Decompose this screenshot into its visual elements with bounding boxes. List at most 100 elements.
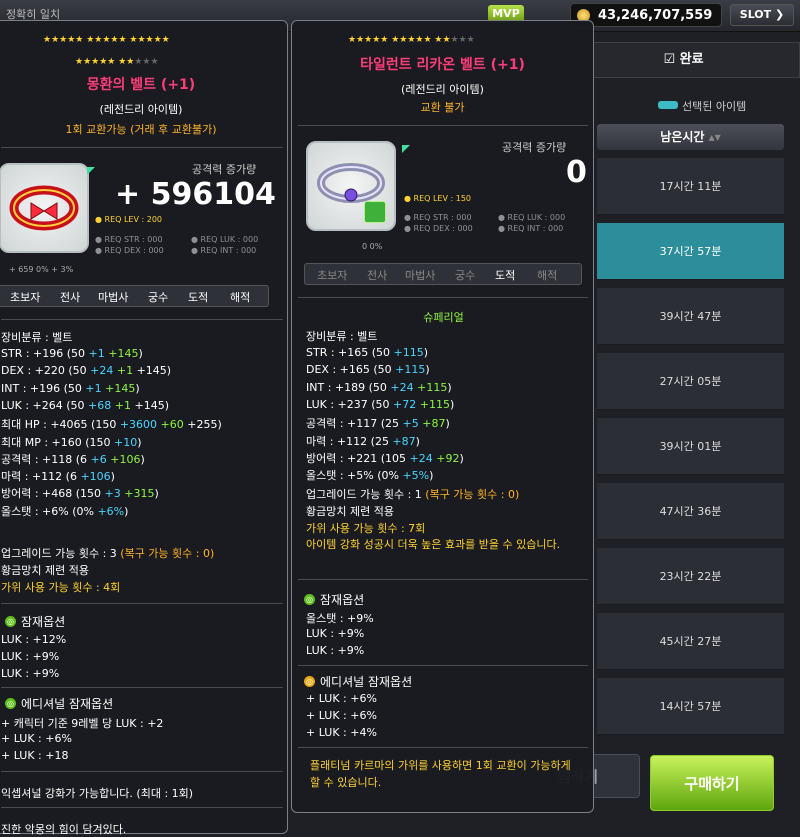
job-2: 마법사 bbox=[405, 269, 436, 282]
stat-line: 방어력 : +221 (105 +24 +92) bbox=[306, 451, 464, 465]
item-grade: (레전드리 아이템) bbox=[99, 103, 183, 116]
stat-line: 공격력 : +117 (25 +5 +87) bbox=[306, 417, 450, 431]
divider bbox=[1, 771, 283, 772]
divider bbox=[1, 603, 283, 604]
job-4: 도적 bbox=[188, 291, 209, 304]
attack-increase-label: 공격력 증가량 bbox=[502, 141, 567, 154]
job-5: 해적 bbox=[537, 269, 558, 282]
attack-increase-value: + 596104 bbox=[115, 177, 276, 212]
mini-stats: 0 0% bbox=[362, 242, 383, 251]
job-1: 전사 bbox=[60, 291, 81, 304]
market-row[interactable]: 45시간 27분 bbox=[597, 613, 784, 670]
stat-line: 공격력 : +118 (6 +6 +106) bbox=[1, 452, 145, 466]
scissors-count: 가위 사용 가능 횟수 : 4회 bbox=[1, 581, 121, 594]
attack-increase-value: 0 bbox=[566, 155, 587, 190]
selected-item-legend: 선택된 아이템 bbox=[658, 98, 747, 114]
stat-line: STR : +196 (50 +1 +145) bbox=[1, 347, 143, 360]
job-list: 초보자 전사 마법사 궁수 도적 해적 bbox=[0, 285, 269, 307]
stat-line: 마력 : +112 (25 +87) bbox=[306, 434, 420, 448]
exceptional-note: 익셉셔널 강화가 가능합니다. (최대 : 1회) bbox=[1, 787, 194, 800]
potential-line: LUK : +9% bbox=[306, 627, 365, 640]
tab-completed[interactable]: ☑ 완료 bbox=[566, 43, 800, 77]
potential-line: LUK : +9% bbox=[1, 650, 60, 663]
divider bbox=[298, 125, 588, 126]
additional-potential-line: + LUK : +6% bbox=[306, 709, 377, 722]
potential-title: 잠재옵션 bbox=[21, 615, 66, 629]
req-int: ● REQ INT : 000 bbox=[191, 246, 257, 255]
additional-potential-line: + LUK : +18 bbox=[1, 749, 69, 762]
potential-icon: ◎ bbox=[5, 616, 16, 627]
market-row[interactable]: 47시간 36분 bbox=[597, 483, 784, 540]
additional-potential-line: + LUK : +4% bbox=[306, 726, 377, 739]
superior-label: 슈페리얼 bbox=[423, 311, 464, 324]
lock-icon bbox=[364, 201, 386, 223]
additional-potential-line: + LUK : +6% bbox=[306, 692, 377, 705]
trade-info: 1회 교환가능 (거래 후 교환불가) bbox=[65, 123, 217, 136]
category: 장비분류 : 벨트 bbox=[306, 330, 378, 343]
market-row[interactable]: 17시간 11분 bbox=[597, 158, 784, 215]
golden-hammer: 황금망치 제련 적용 bbox=[1, 564, 89, 577]
additional-potential-title: 에디셔널 잠재옵션 bbox=[21, 697, 114, 711]
buy-button[interactable]: 구매하기 bbox=[650, 755, 774, 811]
legend-label: 선택된 아이템 bbox=[682, 100, 747, 113]
divider bbox=[298, 747, 588, 748]
job-2: 마법사 bbox=[98, 291, 129, 304]
job-list: 초보자 전사 마법사 궁수 도적 해적 bbox=[304, 263, 582, 285]
flavor-text: 진한 악몽의 힘이 담겨있다. bbox=[1, 823, 127, 836]
upgrade-count: 업그레이드 가능 횟수 : 1 (복구 가능 횟수 : 0) bbox=[306, 488, 520, 501]
job-0: 초보자 bbox=[10, 291, 41, 304]
stat-line: 마력 : +112 (6 +106) bbox=[1, 470, 115, 484]
stat-line: LUK : +237 (50 +72 +115) bbox=[306, 397, 455, 411]
belt-icon bbox=[9, 185, 79, 231]
stat-line: 방어력 : +468 (150 +3 +315) bbox=[1, 487, 159, 501]
market-row[interactable]: 37시간 57분 bbox=[597, 223, 784, 280]
item-tooltip-hovered: ★★★★★ ★★★★★ ★★★★★ 타일런트 리카온 벨트 (+1) (레전드리… bbox=[291, 20, 594, 813]
divider bbox=[298, 665, 588, 666]
upgrade-count: 업그레이드 가능 횟수 : 3 (복구 가능 횟수 : 0) bbox=[1, 547, 215, 560]
market-row[interactable]: 14시간 57분 bbox=[597, 678, 784, 735]
market-row[interactable]: 27시간 05분 bbox=[597, 353, 784, 410]
req-dex: ● REQ DEX : 000 bbox=[404, 224, 473, 233]
job-4: 도적 bbox=[495, 269, 516, 282]
remaining-time-header[interactable]: 남은시간 ▴▾ bbox=[597, 124, 784, 150]
attack-increase-label: 공격력 증가량 bbox=[192, 163, 257, 176]
market-row[interactable]: 39시간 01분 bbox=[597, 418, 784, 475]
job-1: 전사 bbox=[367, 269, 388, 282]
trade-info: 교환 불가 bbox=[420, 101, 465, 114]
stat-line: 최대 MP : +160 (150 +10) bbox=[1, 435, 142, 449]
req-int: ● REQ INT : 000 bbox=[498, 224, 564, 233]
tab-completed-label: 완료 bbox=[679, 52, 704, 67]
job-0: 초보자 bbox=[317, 269, 348, 282]
checkbox-icon: ☑ bbox=[663, 52, 680, 67]
divider bbox=[1, 319, 283, 320]
item-tooltip-equipped: ★★★★★ ★★★★★ ★★★★★ ★★★★★ ★★★★★ 몽환의 벨트 (+1… bbox=[0, 20, 288, 836]
req-str: ● REQ STR : 000 bbox=[404, 213, 472, 222]
stat-line: INT : +196 (50 +1 +145) bbox=[1, 381, 140, 395]
stat-line: 올스탯 : +6% (0% +6%) bbox=[1, 504, 129, 518]
req-luk: ● REQ LUK : 000 bbox=[498, 213, 566, 222]
stat-line: LUK : +264 (50 +68 +1 +145) bbox=[1, 398, 169, 412]
potential-line: 올스탯 : +9% bbox=[306, 612, 374, 625]
req-dex: ● REQ DEX : 000 bbox=[95, 246, 164, 255]
item-name: 타일런트 리카온 벨트 (+1) bbox=[360, 57, 525, 73]
req-level: ● REQ LEV : 150 bbox=[404, 194, 472, 203]
job-3: 궁수 bbox=[148, 291, 169, 304]
additional-potential-line: + LUK : +6% bbox=[1, 732, 72, 745]
potential-title: 잠재옵션 bbox=[320, 593, 365, 607]
stat-line: DEX : +220 (50 +24 +1 +145) bbox=[1, 364, 172, 378]
divider bbox=[298, 297, 588, 298]
additional-potential-title: 에디셔널 잠재옵션 bbox=[320, 675, 413, 689]
market-tabs: ☑ 완료 bbox=[565, 42, 800, 78]
starforce-row: ★★★★★ ★★★★★ bbox=[75, 57, 159, 67]
market-row[interactable]: 39시간 47분 bbox=[597, 288, 784, 345]
potential-line: LUK : +9% bbox=[306, 644, 365, 657]
meso-amount: 43,246,707,559 bbox=[598, 8, 713, 23]
starforce-row: ★★★★★ ★★★★★ ★★★★★ bbox=[43, 35, 170, 45]
job-3: 궁수 bbox=[455, 269, 476, 282]
market-row[interactable]: 23시간 22분 bbox=[597, 548, 784, 605]
potential-line: LUK : +9% bbox=[1, 667, 60, 680]
req-str: ● REQ STR : 000 bbox=[95, 235, 163, 244]
slot-button[interactable]: SLOT ❯ bbox=[730, 4, 794, 26]
additional-potential-icon: ◎ bbox=[5, 698, 16, 709]
stat-line: DEX : +165 (50 +115) bbox=[306, 363, 430, 377]
